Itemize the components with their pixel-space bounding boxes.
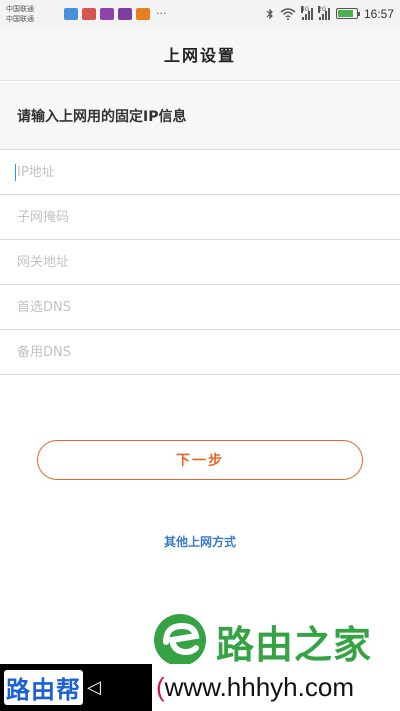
signal-2g-icon: 2G xyxy=(317,5,330,20)
next-button[interactable]: 下一步 xyxy=(37,440,363,480)
notification-icons: ··· xyxy=(64,7,167,20)
wifi-icon xyxy=(280,7,296,20)
primary-dns-row xyxy=(0,285,400,330)
message-notification-icon xyxy=(100,7,114,20)
subnet-mask-input[interactable] xyxy=(17,209,377,225)
back-icon[interactable]: ◁ xyxy=(87,677,101,698)
battery-icon xyxy=(335,8,360,19)
more-notifications-icon: ··· xyxy=(156,7,167,20)
carrier-2: 中国联通 xyxy=(6,14,34,23)
navigation-bar: 路由帮 ◁ (www.hhhyh.com xyxy=(0,664,400,711)
instruction-text: 请输入上网用的固定IP信息 xyxy=(0,82,400,150)
watermark-url-area: (www.hhhyh.com xyxy=(152,664,400,711)
bluetooth-icon xyxy=(266,8,273,19)
ip-address-row xyxy=(0,150,400,195)
status-bar: 中国联通 中国联通 ··· 4G 2G 16:57 xyxy=(0,0,400,27)
net-type-2: 2G xyxy=(317,5,327,13)
ip-address-input[interactable] xyxy=(17,164,377,180)
url-paren: ( xyxy=(156,672,165,702)
header-bar: 上网设置 xyxy=(0,27,400,81)
qq-notification-icon xyxy=(118,7,132,20)
watermark-url: (www.hhhyh.com xyxy=(156,672,354,703)
primary-dns-input[interactable] xyxy=(17,299,377,315)
app-notification-icon xyxy=(64,7,78,20)
secondary-dns-row xyxy=(0,330,400,375)
app2-notification-icon xyxy=(136,7,150,20)
secondary-dns-input[interactable] xyxy=(17,344,377,360)
watermark-bang: 路由帮 xyxy=(4,670,83,705)
static-ip-form xyxy=(0,150,400,375)
page-title: 上网设置 xyxy=(163,45,236,65)
nav-left-area: 路由帮 ◁ xyxy=(0,664,152,711)
gateway-row xyxy=(0,240,400,285)
other-methods-link[interactable]: 其他上网方式 xyxy=(0,533,400,550)
url-text: www.hhhyh.com xyxy=(164,672,354,702)
carrier-1: 中国联通 xyxy=(6,4,34,13)
carrier-info: 中国联通 中国联通 xyxy=(6,4,62,24)
gateway-input[interactable] xyxy=(17,254,377,270)
net-type-1: 4G xyxy=(300,5,310,13)
subnet-mask-row xyxy=(0,195,400,240)
brand-logo-icon xyxy=(154,614,206,666)
status-time: 16:57 xyxy=(363,6,394,21)
image-notification-icon xyxy=(82,7,96,20)
signal-4g-icon: 4G xyxy=(300,5,313,20)
watermark-brand: 路由之家 xyxy=(216,623,373,667)
